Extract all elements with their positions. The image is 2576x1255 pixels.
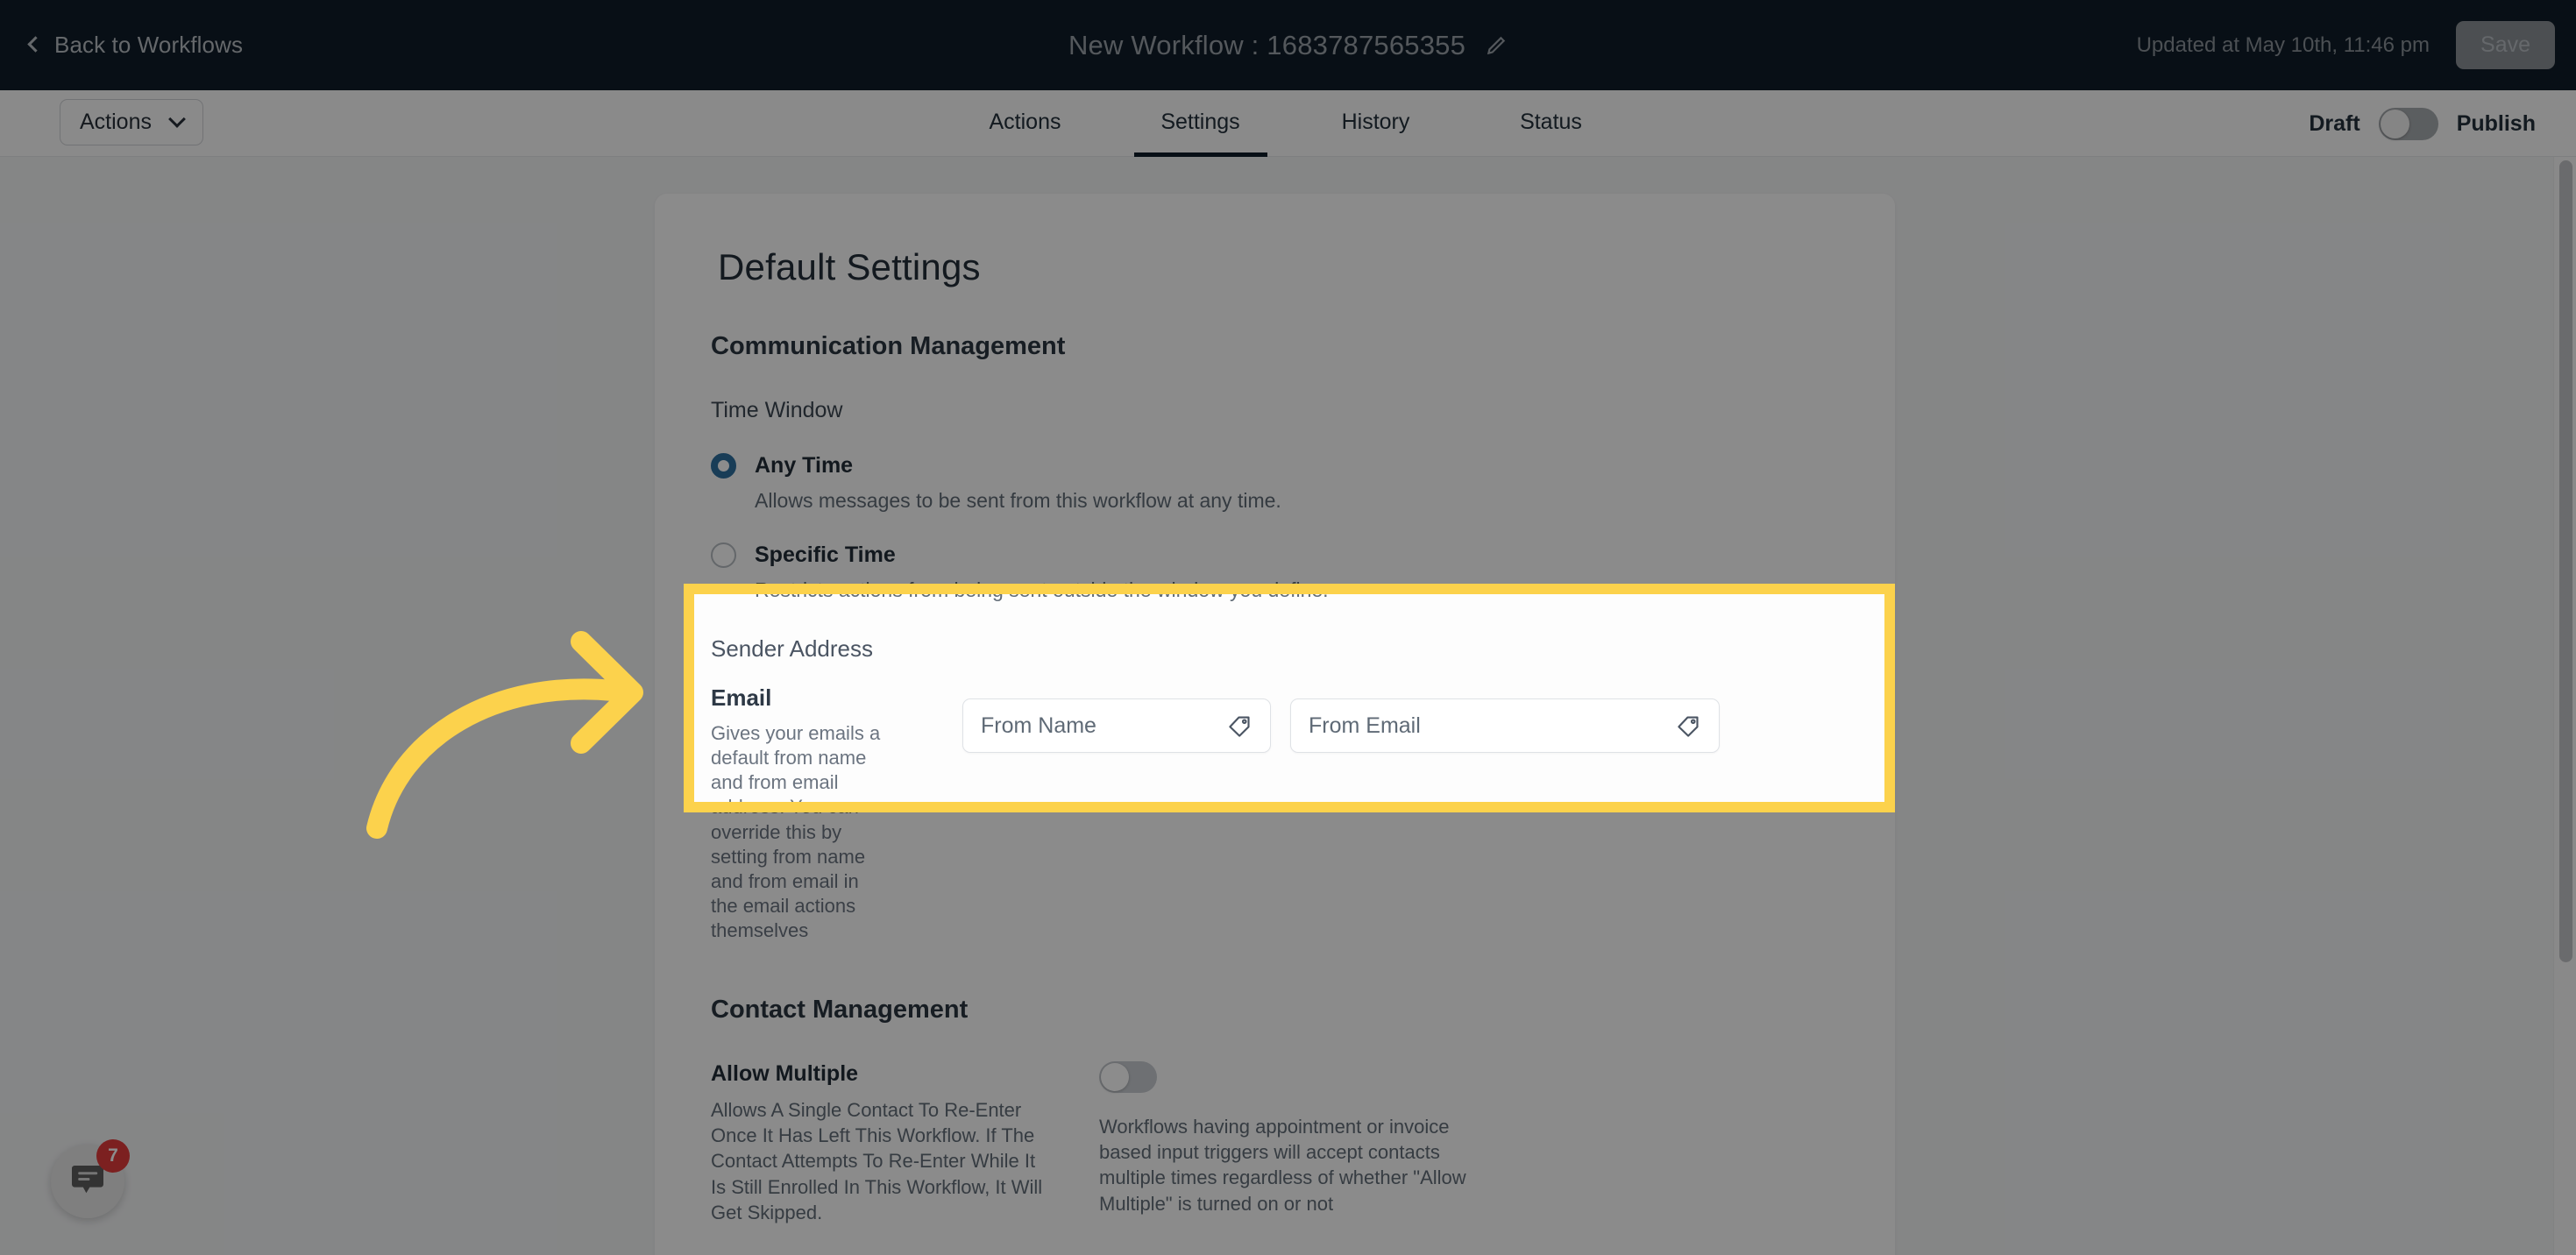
sender-address-inputs: From Name From Email: [962, 684, 1720, 943]
tag-icon[interactable]: [1675, 713, 1701, 740]
tab-settings[interactable]: Settings: [1113, 90, 1288, 157]
top-header-bar: Back to Workflows New Workflow : 1683787…: [0, 0, 2576, 90]
publish-toggle[interactable]: [2378, 107, 2438, 140]
chat-widget-button[interactable]: 7: [51, 1139, 130, 1218]
publish-label: Publish: [2456, 110, 2536, 136]
draft-label: Draft: [2309, 110, 2360, 136]
publish-toggle-knob: [2380, 109, 2409, 138]
radio-specific-time-description: Restricts actions from being sent outsid…: [755, 578, 1329, 601]
tag-icon[interactable]: [1226, 713, 1253, 740]
radio-specific-time-indicator[interactable]: [711, 542, 736, 568]
tab-actions[interactable]: Actions: [938, 90, 1113, 157]
sender-address-section: Sender Address Email Gives your emails a…: [711, 635, 1839, 943]
radio-any-time-label: Any Time: [755, 453, 854, 478]
allow-multiple-toggle-knob: [1101, 1063, 1129, 1092]
radio-any-time-description: Allows messages to be sent from this wor…: [755, 489, 1281, 512]
settings-page-title: Default Settings: [718, 246, 981, 287]
tab-list: Actions Settings History Status: [0, 90, 2576, 157]
updated-timestamp: Updated at May 10th, 11:46 pm: [2136, 32, 2431, 57]
header-right-group: Updated at May 10th, 11:46 pm Save: [2137, 0, 2555, 90]
tab-history[interactable]: History: [1288, 90, 1464, 157]
save-button[interactable]: Save: [2456, 21, 2555, 69]
vertical-scrollbar-thumb[interactable]: [2559, 160, 2572, 962]
communication-management-heading: Communication Management: [711, 332, 1066, 360]
radio-any-time-indicator[interactable]: [711, 453, 736, 479]
chat-unread-badge: 7: [96, 1139, 130, 1173]
tab-bar: Actions Actions Settings History Status …: [0, 90, 2576, 157]
contact-management-heading: Contact Management: [711, 996, 969, 1025]
allow-multiple-description: Allows A Single Contact To Re-Enter Once…: [711, 1099, 1043, 1223]
settings-card: Default Settings Communication Managemen…: [655, 194, 1895, 1255]
chevron-left-icon: [27, 36, 44, 53]
allow-multiple-label: Allow Multiple: [711, 1061, 859, 1087]
vertical-scrollbar[interactable]: [2553, 157, 2576, 1255]
back-to-workflows-label: Back to Workflows: [54, 32, 244, 58]
from-name-input[interactable]: From Name: [962, 698, 1271, 753]
radio-option-specific-time[interactable]: Specific Time: [711, 542, 1839, 568]
from-name-placeholder: From Name: [981, 713, 1096, 738]
allow-multiple-text-group: Allow Multiple Allows A Single Contact T…: [711, 1061, 1083, 1224]
sender-email-description: Gives your emails a default from name an…: [711, 722, 881, 942]
page-title: New Workflow : 1683787565355: [1068, 29, 1466, 60]
allow-multiple-side-note: Workflows having appointment or invoice …: [1099, 1116, 1466, 1215]
page-body: Default Settings Communication Managemen…: [0, 157, 2576, 1255]
time-window-label: Time Window: [711, 398, 843, 422]
setting-row-allow-multiple: Allow Multiple Allows A Single Contact T…: [711, 1061, 1839, 1224]
app-root: Back to Workflows New Workflow : 1683787…: [0, 0, 2576, 1255]
radio-specific-time-label: Specific Time: [755, 542, 896, 567]
sender-address-heading: Sender Address: [711, 635, 874, 662]
tab-status[interactable]: Status: [1464, 90, 1639, 157]
allow-multiple-control-group: Workflows having appointment or invoice …: [1099, 1061, 1511, 1224]
back-to-workflows-link[interactable]: Back to Workflows: [27, 0, 244, 90]
from-email-placeholder: From Email: [1309, 713, 1421, 738]
sender-address-text-group: Email Gives your emails a default from n…: [711, 684, 930, 943]
publish-toggle-group: Draft Publish: [2309, 90, 2536, 157]
sender-email-label: Email: [711, 684, 772, 711]
allow-multiple-toggle[interactable]: [1099, 1061, 1157, 1094]
pencil-icon[interactable]: [1485, 34, 1508, 57]
from-email-input[interactable]: From Email: [1290, 698, 1720, 753]
radio-option-any-time[interactable]: Any Time: [711, 453, 1839, 479]
